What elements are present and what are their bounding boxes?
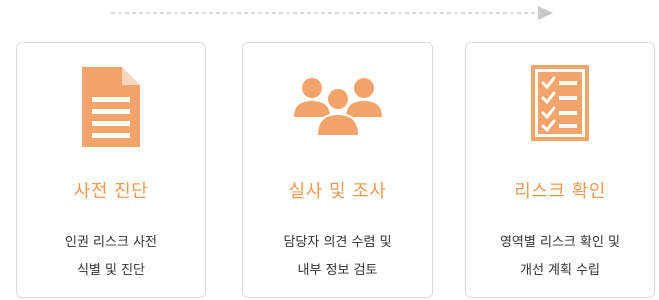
step-card-risk-check: 리스크 확인 영역별 리스크 확인 및 개선 계획 수립 [465, 42, 655, 298]
step-description: 영역별 리스크 확인 및 개선 계획 수립 [499, 235, 621, 278]
checklist-icon [531, 65, 589, 141]
flow-arrow [111, 6, 553, 20]
step-title: 사전 진단 [73, 181, 149, 202]
document-icon [82, 67, 140, 147]
step-card-prediagnosis: 사전 진단 인권 리스크 사전 식별 및 진단 [16, 42, 206, 298]
step-description: 인권 리스크 사전 식별 및 진단 [65, 235, 157, 278]
group-users-icon [293, 78, 382, 135]
step-title: 실사 및 조사 [288, 181, 387, 202]
step-title: 리스크 확인 [514, 181, 606, 202]
step-card-due-diligence: 실사 및 조사 담당자 의견 수렴 및 내부 정보 검토 [242, 42, 433, 298]
step-description: 담당자 의견 수렴 및 내부 정보 검토 [283, 235, 392, 278]
